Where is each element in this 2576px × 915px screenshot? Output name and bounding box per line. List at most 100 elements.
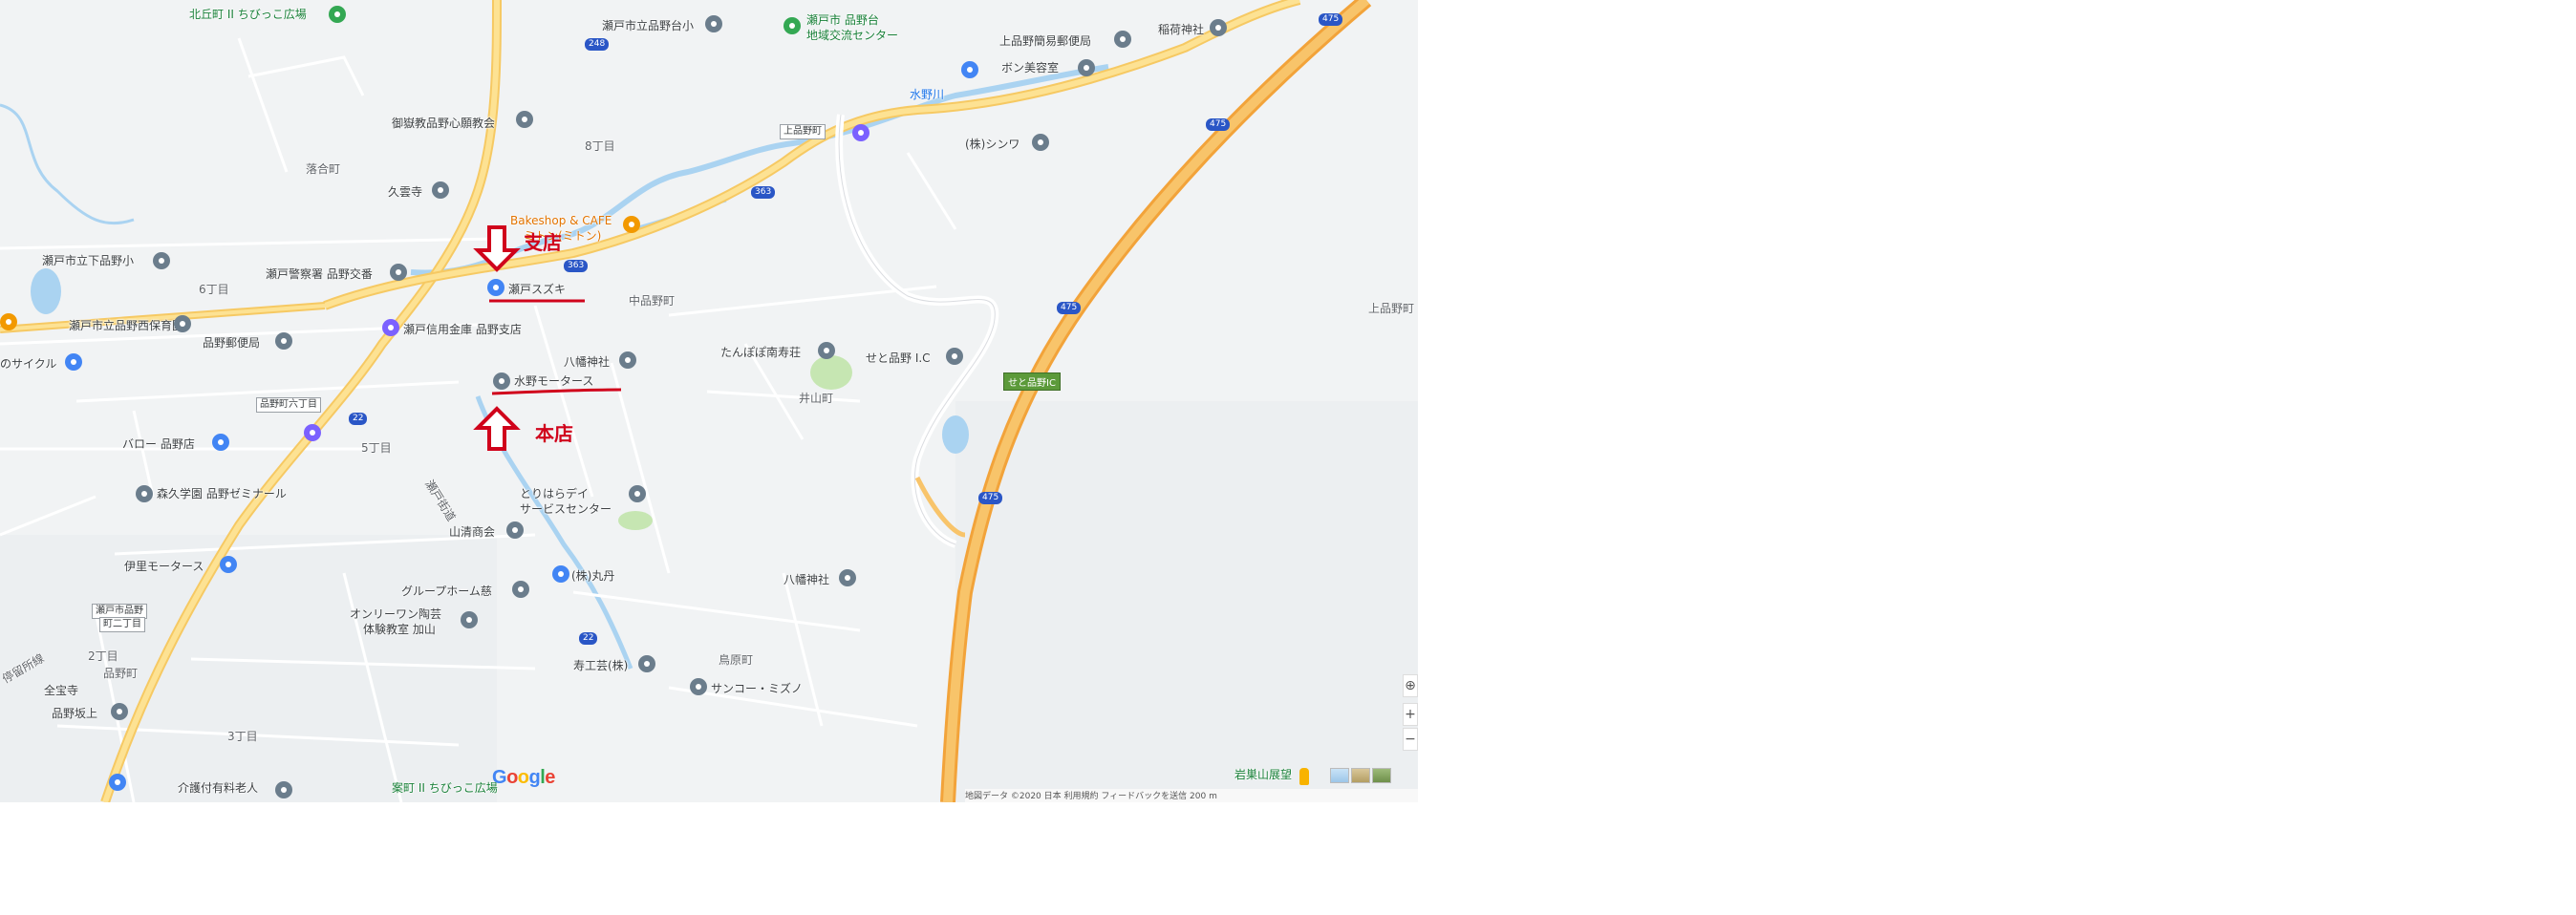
place-label: 3丁目 xyxy=(227,730,258,743)
place-label[interactable]: 稲荷神社 xyxy=(1158,23,1204,36)
place-label[interactable]: 全宝寺 xyxy=(44,684,78,697)
interchange-sign: せと品野IC xyxy=(1003,372,1061,391)
place-label[interactable]: 瀬戸信用金庫 品野支店 xyxy=(403,323,522,336)
shop-icon[interactable] xyxy=(552,565,569,583)
place-label[interactable]: 岩巣山展望 xyxy=(1234,768,1292,781)
place-label[interactable]: のサイクル xyxy=(0,357,56,371)
place-label[interactable]: 山清商会 xyxy=(449,525,495,539)
place-label[interactable]: たんぽぽ南寿荘 xyxy=(720,346,801,359)
park-icon[interactable] xyxy=(329,6,346,23)
place-label[interactable]: 瀬戸スズキ xyxy=(508,283,566,296)
place-label: 町二丁目 xyxy=(99,617,145,632)
satellite-layer-button[interactable] xyxy=(1372,768,1391,783)
place-label[interactable]: 水野モータース xyxy=(514,374,593,388)
place-label: 中品野町 xyxy=(629,294,676,308)
shrine-icon[interactable] xyxy=(619,351,636,369)
place-label[interactable]: 瀬戸市立品野西保育園 xyxy=(69,319,183,332)
shopping-icon[interactable] xyxy=(304,424,321,441)
place-label[interactable]: サンコー・ミズノ xyxy=(711,682,803,695)
zoom-out-button[interactable]: − xyxy=(1403,728,1418,751)
place-label: 落合町 xyxy=(306,162,341,176)
place-label[interactable]: 久雲寺 xyxy=(388,185,422,199)
community-center-icon[interactable] xyxy=(784,17,801,34)
place-label[interactable]: 瀬戸警察署 品野交番 xyxy=(266,267,373,281)
care-home-icon[interactable] xyxy=(512,581,529,598)
place-label[interactable]: 北丘町 II ちびっこ広場 xyxy=(189,8,307,21)
pegman-icon[interactable] xyxy=(1299,768,1309,785)
school-icon[interactable] xyxy=(136,485,153,502)
train-station-icon[interactable] xyxy=(852,124,869,141)
car-repair-icon[interactable] xyxy=(493,372,510,390)
care-center-icon[interactable] xyxy=(629,485,646,502)
place-label[interactable]: 介護付有料老人 xyxy=(178,781,258,795)
care-home-icon[interactable] xyxy=(818,342,835,359)
compass-icon[interactable]: ⊕ xyxy=(1403,674,1418,697)
daycare-icon[interactable] xyxy=(174,315,191,332)
google-logo: Google xyxy=(492,767,555,788)
shop-icon[interactable] xyxy=(65,353,82,371)
school-icon[interactable] xyxy=(705,15,722,32)
zoom-in-button[interactable]: + xyxy=(1403,703,1418,726)
place-label: 井山町 xyxy=(799,392,834,405)
place-label[interactable]: とりはらデイ xyxy=(520,487,589,500)
route-shield: 22 xyxy=(579,632,598,645)
map-layer-button[interactable] xyxy=(1330,768,1349,783)
place-label[interactable]: 案町 II ちびっこ広場 xyxy=(392,781,498,795)
shrine-icon[interactable] xyxy=(839,569,856,586)
salon-icon[interactable] xyxy=(1078,59,1095,76)
shop-icon[interactable] xyxy=(961,61,978,78)
bank-icon[interactable] xyxy=(382,319,399,336)
school-icon[interactable] xyxy=(153,252,170,269)
church-icon[interactable] xyxy=(516,111,533,128)
post-office-icon[interactable] xyxy=(1114,31,1131,48)
place-label[interactable]: 上品野簡易郵便局 xyxy=(999,34,1091,48)
place-label[interactable]: せと品野 I.C xyxy=(866,351,931,365)
company-icon[interactable] xyxy=(1032,134,1049,151)
place-label[interactable]: 品野郵便局 xyxy=(203,336,260,350)
place-label[interactable]: 森久学園 品野ゼミナール xyxy=(157,487,287,500)
place-label: 地域交流センター xyxy=(806,29,899,42)
map-viewport[interactable]: 248 363 363 475 475 475 475 22 22 北丘町 II… xyxy=(0,0,1418,802)
place-label[interactable]: 御嶽教品野心願教会 xyxy=(392,117,495,130)
cafe-icon[interactable] xyxy=(623,216,640,233)
shrine-icon[interactable] xyxy=(1210,19,1227,36)
place-label[interactable]: Bakeshop & CAFE xyxy=(510,214,612,227)
car-dealer-icon[interactable] xyxy=(487,279,504,296)
place-label[interactable]: (株)丸丹 xyxy=(571,569,614,583)
place-label[interactable]: 瀬戸市 品野台 xyxy=(806,13,879,27)
place-label: 2丁目 xyxy=(88,649,118,663)
place-label[interactable]: 八幡神社 xyxy=(564,355,610,369)
interchange-icon[interactable] xyxy=(946,348,963,365)
company-icon[interactable] xyxy=(690,678,707,695)
shop-icon[interactable] xyxy=(109,774,126,791)
place-label[interactable]: 八幡神社 xyxy=(784,573,829,586)
place-label[interactable]: (株)シンワ xyxy=(965,138,1020,151)
restaurant-icon[interactable] xyxy=(0,313,17,330)
place-label[interactable]: 寿工芸(株) xyxy=(573,659,628,672)
place-label[interactable]: 品野坂上 xyxy=(52,707,97,720)
route-shield: 22 xyxy=(349,413,368,425)
place-label[interactable]: グループホーム慈 xyxy=(401,585,492,598)
place-label[interactable]: 瀬戸市立品野台小 xyxy=(602,19,694,32)
supermarket-icon[interactable] xyxy=(212,434,229,451)
temple-icon[interactable] xyxy=(432,181,449,199)
police-icon[interactable] xyxy=(390,264,407,281)
place-label: サービスセンター xyxy=(520,502,612,516)
main-annotation: 本店 xyxy=(535,422,573,445)
map-attribution[interactable]: 地図データ ©2020 日本 利用規約 フィードバックを送信 200 m xyxy=(965,789,1418,802)
company-icon[interactable] xyxy=(506,521,524,539)
place-label[interactable]: オンリーワン陶芸 xyxy=(350,607,441,621)
company-icon[interactable] xyxy=(638,655,655,672)
place-label[interactable]: 伊里モータース xyxy=(124,560,204,573)
place-label[interactable]: ボン美容室 xyxy=(1001,61,1059,74)
post-office-icon[interactable] xyxy=(275,332,292,350)
bus-stop-icon[interactable] xyxy=(111,703,128,720)
route-shield: 475 xyxy=(1057,302,1082,314)
care-home-icon[interactable] xyxy=(275,781,292,798)
place-label[interactable]: バロー 品野店 xyxy=(122,437,195,451)
terrain-layer-button[interactable] xyxy=(1351,768,1370,783)
river-label: 水野川 xyxy=(910,88,945,101)
school-icon[interactable] xyxy=(461,611,478,628)
car-dealer-icon[interactable] xyxy=(220,556,237,573)
place-label[interactable]: 瀬戸市立下品野小 xyxy=(42,254,134,267)
